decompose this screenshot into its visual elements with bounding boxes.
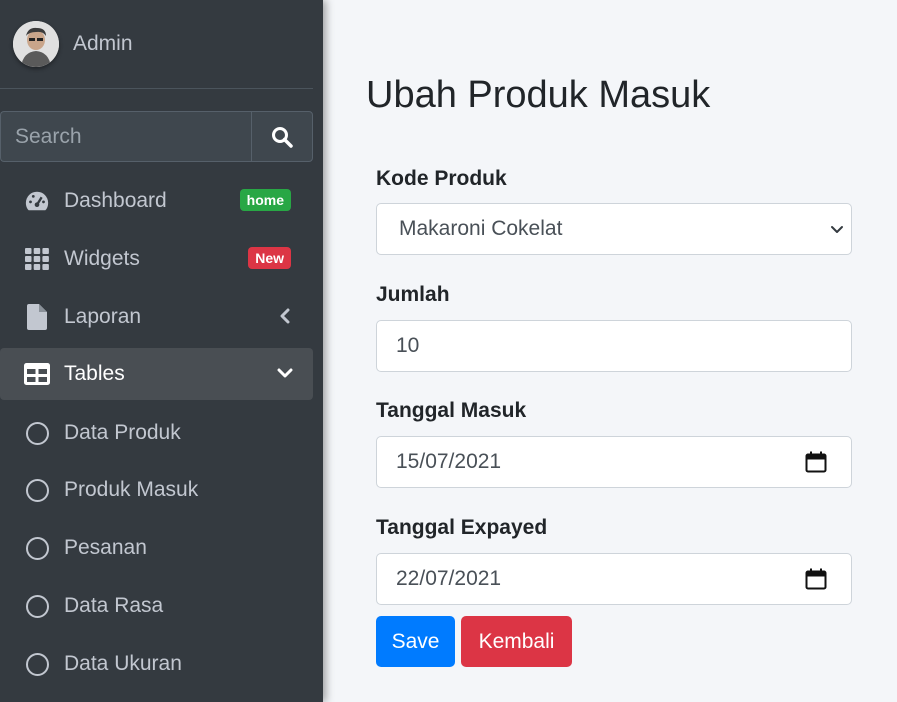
- sidebar-item-dashboard[interactable]: Dashboard home: [0, 175, 313, 227]
- sidebar-item-tables[interactable]: Tables: [0, 348, 313, 400]
- sidebar-item-label: Produk Masuk: [64, 478, 199, 501]
- circle-icon: [24, 477, 50, 503]
- chevron-left-icon: [277, 306, 293, 326]
- circle-icon: [24, 420, 50, 446]
- circle-icon: [24, 651, 50, 677]
- chevron-down-icon: [831, 226, 843, 233]
- kode-produk-select[interactable]: Makaroni Cokelat: [376, 203, 852, 255]
- save-button[interactable]: Save: [376, 616, 455, 667]
- tanggal-masuk-value: 15/07/2021: [396, 450, 502, 473]
- sidebar-item-label: Pesanan: [64, 536, 147, 559]
- sidebar-item-data-ukuran[interactable]: Data Ukuran: [0, 638, 313, 690]
- calendar-icon[interactable]: [805, 451, 827, 473]
- sidebar-search: [0, 111, 313, 162]
- tanggal-expayed-value: 22/07/2021: [396, 567, 502, 590]
- sidebar-item-label: Dashboard: [64, 189, 167, 212]
- kode-produk-label: Kode Produk: [376, 167, 507, 190]
- sidebar-item-pesanan[interactable]: Pesanan: [0, 522, 313, 574]
- search-input[interactable]: [0, 111, 252, 162]
- jumlah-label: Jumlah: [376, 283, 450, 306]
- kembali-button[interactable]: Kembali: [461, 616, 572, 667]
- jumlah-input[interactable]: 10: [376, 320, 852, 372]
- avatar[interactable]: [13, 21, 59, 67]
- sidebar-item-label: Data Rasa: [64, 594, 164, 617]
- sidebar-item-laporan[interactable]: Laporan: [0, 291, 313, 343]
- search-button[interactable]: [251, 111, 313, 162]
- home-badge: home: [239, 189, 291, 211]
- tanggal-expayed-input[interactable]: 22/07/2021: [376, 553, 852, 605]
- tanggal-expayed-label: Tanggal Expayed: [376, 516, 548, 539]
- grid-icon: [24, 246, 50, 272]
- sidebar-item-data-rasa[interactable]: Data Rasa: [0, 580, 313, 632]
- sidebar-item-label: Laporan: [64, 305, 142, 328]
- circle-icon: [24, 535, 50, 561]
- search-icon: [272, 126, 293, 148]
- file-icon: [24, 304, 50, 330]
- table-icon: [24, 361, 50, 387]
- sidebar: Admin Dashboard home: [0, 0, 323, 702]
- tachometer-icon: [24, 188, 50, 214]
- sidebar-item-widgets[interactable]: Widgets New: [0, 233, 313, 285]
- jumlah-value: 10: [396, 334, 420, 357]
- circle-icon: [24, 593, 50, 619]
- sidebar-item-label: Widgets: [64, 247, 140, 270]
- sidebar-item-data-produk[interactable]: Data Produk: [0, 407, 313, 459]
- sidebar-item-produk-masuk[interactable]: Produk Masuk: [0, 464, 313, 516]
- kode-produk-value: Makaroni Cokelat: [399, 217, 563, 240]
- chevron-down-icon: [277, 363, 293, 383]
- new-badge: New: [248, 247, 291, 269]
- calendar-icon[interactable]: [805, 568, 827, 590]
- user-name[interactable]: Admin: [73, 32, 133, 56]
- page-title: Ubah Produk Masuk: [366, 74, 711, 116]
- sidebar-item-label: Data Ukuran: [64, 652, 182, 675]
- tanggal-masuk-label: Tanggal Masuk: [376, 399, 527, 422]
- tanggal-masuk-input[interactable]: 15/07/2021: [376, 436, 852, 488]
- sidebar-item-label: Data Produk: [64, 421, 181, 444]
- user-panel: Admin: [0, 0, 313, 89]
- sidebar-item-label: Tables: [64, 362, 125, 385]
